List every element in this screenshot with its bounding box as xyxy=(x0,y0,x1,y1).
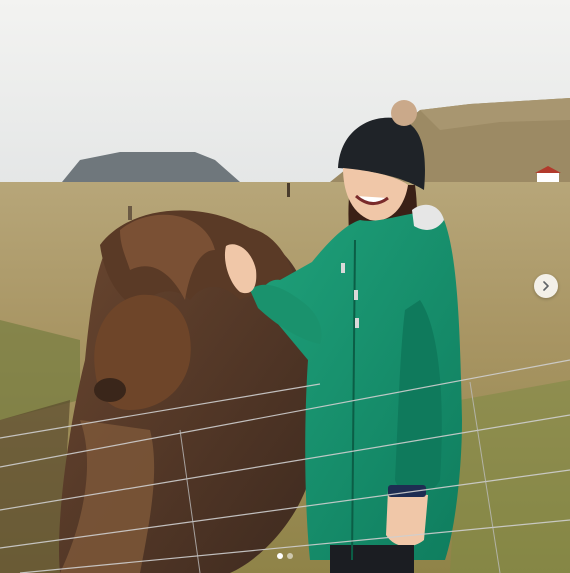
chevron-right-icon xyxy=(543,281,549,291)
carousel-dot-1 xyxy=(277,553,283,559)
carousel-indicator xyxy=(0,553,570,559)
post-media xyxy=(0,0,570,573)
carousel-next-button[interactable] xyxy=(534,274,558,298)
carousel-dot-2 xyxy=(287,553,293,559)
post-photo xyxy=(0,0,570,573)
